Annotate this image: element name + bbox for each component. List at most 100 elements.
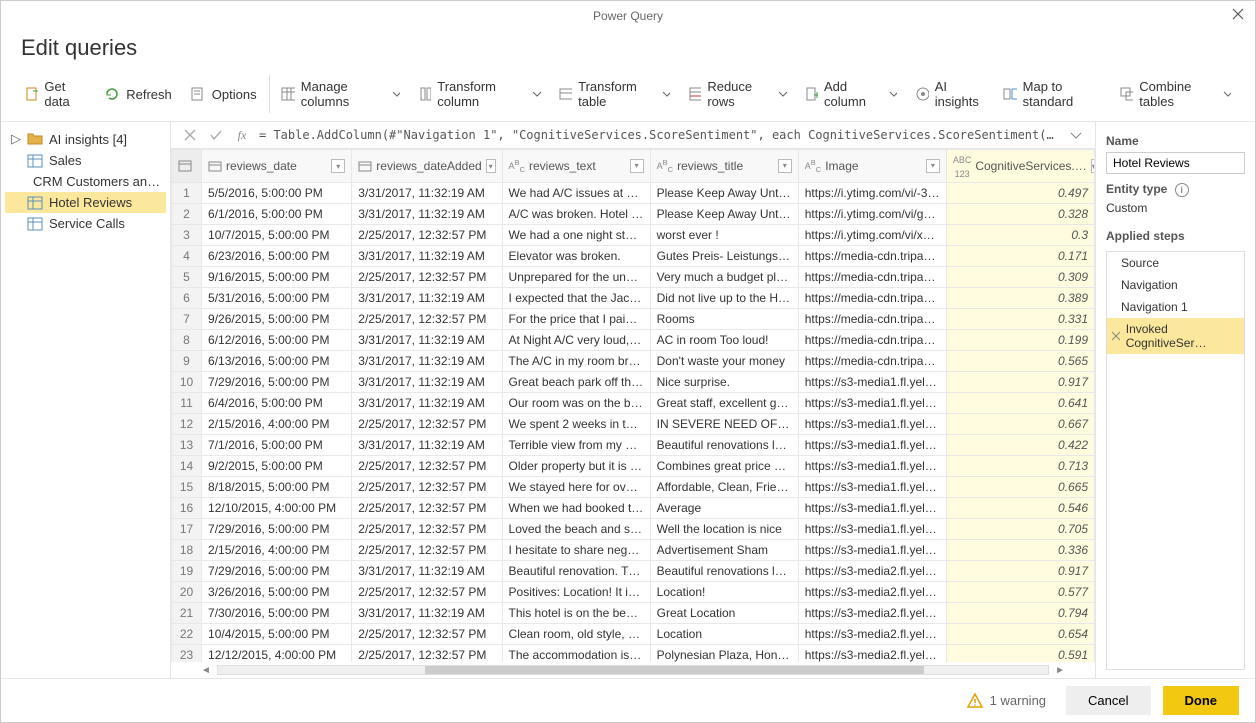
cell-reviews-text[interactable]: Our room was on the bott…: [502, 393, 650, 414]
cell-reviews-text[interactable]: I expected that the Jacuzzi …: [502, 288, 650, 309]
applied-step-3[interactable]: Invoked CognitiveSer…: [1107, 318, 1244, 354]
combine-tables-button[interactable]: Combine tables: [1112, 75, 1239, 113]
formula-cancel-button[interactable]: [181, 126, 199, 144]
table-row[interactable]: 107/29/2016, 5:00:00 PM3/31/2017, 11:32:…: [172, 372, 1095, 393]
cell-reviews-text[interactable]: This hotel is on the beach …: [502, 603, 650, 624]
cell-image[interactable]: https://s3-media1.fl.yelpcd…: [798, 498, 946, 519]
cell-image[interactable]: https://s3-media1.fl.yelpcd…: [798, 372, 946, 393]
cell-sentiment[interactable]: 0.713: [946, 456, 1094, 477]
cell-sentiment[interactable]: 0.336: [946, 540, 1094, 561]
row-number[interactable]: 9: [172, 351, 202, 372]
horizontal-scrollbar[interactable]: ◄ ►: [171, 662, 1095, 678]
cell-reviews-text[interactable]: Great beach park off the la…: [502, 372, 650, 393]
cell-sentiment[interactable]: 0.199: [946, 330, 1094, 351]
sidebar-root[interactable]: ▷ AI insights [4]: [5, 128, 166, 150]
cell-reviews-date[interactable]: 6/13/2016, 5:00:00 PM: [202, 351, 352, 372]
cell-reviews-text[interactable]: Unprepared for the unwelc…: [502, 267, 650, 288]
cell-reviews-date[interactable]: 9/2/2015, 5:00:00 PM: [202, 456, 352, 477]
cell-image[interactable]: https://s3-media2.fl.yelpcd…: [798, 603, 946, 624]
cell-reviews-text[interactable]: We had a one night stay at…: [502, 225, 650, 246]
row-number[interactable]: 1: [172, 183, 202, 204]
column-header-4[interactable]: ABCImage▾: [798, 150, 946, 183]
cell-reviews-dateadded[interactable]: 3/31/2017, 11:32:19 AM: [352, 393, 502, 414]
cell-reviews-title[interactable]: Did not live up to the Hilto…: [650, 288, 798, 309]
row-number[interactable]: 14: [172, 456, 202, 477]
cell-reviews-title[interactable]: Please Keep Away Until Co…: [650, 204, 798, 225]
cell-reviews-text[interactable]: Clean room, old style, 196…: [502, 624, 650, 645]
cell-reviews-dateadded[interactable]: 3/31/2017, 11:32:19 AM: [352, 288, 502, 309]
cell-image[interactable]: https://media-cdn.tripadvi…: [798, 309, 946, 330]
ai-insights-button[interactable]: AI insights: [907, 75, 993, 113]
row-number[interactable]: 17: [172, 519, 202, 540]
cell-reviews-dateadded[interactable]: 3/31/2017, 11:32:19 AM: [352, 561, 502, 582]
table-row[interactable]: 158/18/2015, 5:00:00 PM2/25/2017, 12:32:…: [172, 477, 1095, 498]
cell-sentiment[interactable]: 0.667: [946, 414, 1094, 435]
cell-reviews-date[interactable]: 5/5/2016, 5:00:00 PM: [202, 183, 352, 204]
cell-sentiment[interactable]: 0.389: [946, 288, 1094, 309]
cell-reviews-title[interactable]: Advertisement Sham: [650, 540, 798, 561]
cell-reviews-dateadded[interactable]: 3/31/2017, 11:32:19 AM: [352, 603, 502, 624]
filter-icon[interactable]: ▾: [1091, 159, 1095, 173]
cell-reviews-title[interactable]: Great staff, excellent getaw…: [650, 393, 798, 414]
cell-reviews-title[interactable]: IN SEVERE NEED OF UPDA…: [650, 414, 798, 435]
cell-reviews-date[interactable]: 12/12/2015, 4:00:00 PM: [202, 645, 352, 663]
sidebar-item-3[interactable]: Service Calls: [5, 213, 166, 234]
row-number[interactable]: 12: [172, 414, 202, 435]
filter-icon[interactable]: ▾: [331, 159, 345, 173]
cell-reviews-title[interactable]: Nice surprise.: [650, 372, 798, 393]
cell-reviews-dateadded[interactable]: 2/25/2017, 12:32:57 PM: [352, 225, 502, 246]
cell-reviews-text[interactable]: The A/C in my room broke…: [502, 351, 650, 372]
table-row[interactable]: 203/26/2016, 5:00:00 PM2/25/2017, 12:32:…: [172, 582, 1095, 603]
cell-image[interactable]: https://i.ytimg.com/vi/-3sD…: [798, 183, 946, 204]
column-type-icon[interactable]: [208, 160, 222, 172]
filter-icon[interactable]: ▾: [926, 159, 940, 173]
table-row[interactable]: 96/13/2016, 5:00:00 PM3/31/2017, 11:32:1…: [172, 351, 1095, 372]
applied-step-1[interactable]: Navigation: [1107, 274, 1244, 296]
cell-reviews-dateadded[interactable]: 3/31/2017, 11:32:19 AM: [352, 351, 502, 372]
cell-reviews-dateadded[interactable]: 2/25/2017, 12:32:57 PM: [352, 477, 502, 498]
cancel-button[interactable]: Cancel: [1066, 686, 1150, 715]
cell-reviews-date[interactable]: 6/1/2016, 5:00:00 PM: [202, 204, 352, 225]
table-row[interactable]: 86/12/2016, 5:00:00 PM3/31/2017, 11:32:1…: [172, 330, 1095, 351]
cell-reviews-title[interactable]: Location: [650, 624, 798, 645]
cell-reviews-title[interactable]: worst ever !: [650, 225, 798, 246]
cell-reviews-dateadded[interactable]: 3/31/2017, 11:32:19 AM: [352, 435, 502, 456]
cell-sentiment[interactable]: 0.591: [946, 645, 1094, 663]
cell-sentiment[interactable]: 0.331: [946, 309, 1094, 330]
cell-reviews-date[interactable]: 10/4/2015, 5:00:00 PM: [202, 624, 352, 645]
table-row[interactable]: 182/15/2016, 4:00:00 PM2/25/2017, 12:32:…: [172, 540, 1095, 561]
column-header-2[interactable]: ABCreviews_text▾: [502, 150, 650, 183]
cell-reviews-text[interactable]: Beautiful renovation. The h…: [502, 561, 650, 582]
cell-sentiment[interactable]: 0.171: [946, 246, 1094, 267]
cell-sentiment[interactable]: 0.654: [946, 624, 1094, 645]
data-grid[interactable]: reviews_date▾reviews_dateAdded▾ABCreview…: [171, 149, 1095, 662]
map-to-standard-button[interactable]: Map to standard: [995, 75, 1110, 113]
formula-fx-button[interactable]: fx: [233, 126, 251, 144]
expand-toggle-icon[interactable]: ▷: [11, 131, 21, 147]
table-row[interactable]: 79/26/2015, 5:00:00 PM2/25/2017, 12:32:5…: [172, 309, 1095, 330]
cell-sentiment[interactable]: 0.546: [946, 498, 1094, 519]
cell-reviews-dateadded[interactable]: 2/25/2017, 12:32:57 PM: [352, 519, 502, 540]
formula-expand-button[interactable]: [1067, 126, 1085, 144]
cell-reviews-date[interactable]: 6/12/2016, 5:00:00 PM: [202, 330, 352, 351]
cell-sentiment[interactable]: 0.641: [946, 393, 1094, 414]
row-number[interactable]: 5: [172, 267, 202, 288]
cell-image[interactable]: https://s3-media1.fl.yelpcd…: [798, 435, 946, 456]
cell-reviews-date[interactable]: 3/26/2016, 5:00:00 PM: [202, 582, 352, 603]
sidebar-item-1[interactable]: CRM Customers an…: [5, 171, 166, 192]
row-number[interactable]: 13: [172, 435, 202, 456]
table-row[interactable]: 65/31/2016, 5:00:00 PM3/31/2017, 11:32:1…: [172, 288, 1095, 309]
table-row[interactable]: 2210/4/2015, 5:00:00 PM2/25/2017, 12:32:…: [172, 624, 1095, 645]
cell-reviews-text[interactable]: When we had booked this …: [502, 498, 650, 519]
cell-image[interactable]: https://s3-media1.fl.yelpcd…: [798, 414, 946, 435]
cell-reviews-date[interactable]: 12/10/2015, 4:00:00 PM: [202, 498, 352, 519]
cell-reviews-text[interactable]: Elevator was broken.: [502, 246, 650, 267]
cell-sentiment[interactable]: 0.3: [946, 225, 1094, 246]
row-number[interactable]: 10: [172, 372, 202, 393]
formula-commit-button[interactable]: [207, 126, 225, 144]
cell-image[interactable]: https://s3-media2.fl.yelpcd…: [798, 645, 946, 663]
cell-reviews-text[interactable]: Terrible view from my $300…: [502, 435, 650, 456]
cell-reviews-text[interactable]: Positives: Location! It is on …: [502, 582, 650, 603]
cell-reviews-text[interactable]: At Night A/C very loud, als…: [502, 330, 650, 351]
cell-sentiment[interactable]: 0.705: [946, 519, 1094, 540]
